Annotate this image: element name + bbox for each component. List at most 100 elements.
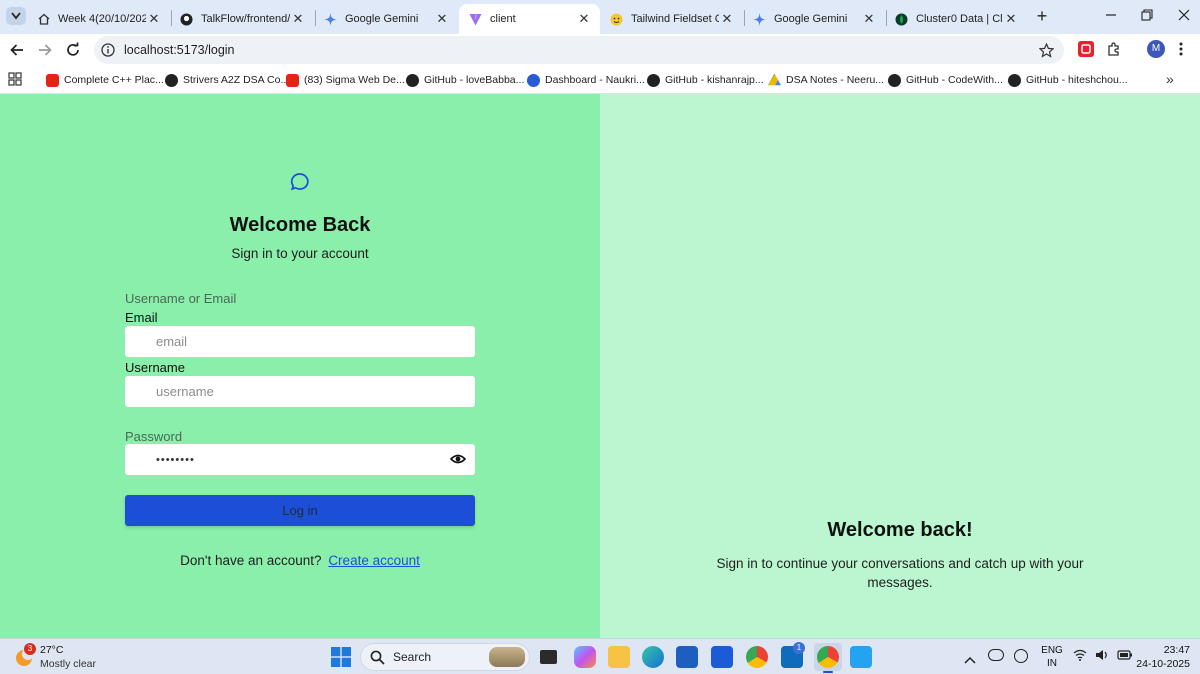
bookmark-naukri[interactable]: Dashboard - Naukri... <box>527 70 645 90</box>
close-icon[interactable]: ✕ <box>434 11 450 27</box>
login-button[interactable]: Log in <box>125 495 475 526</box>
bookmark-strivers[interactable]: Strivers A2Z DSA Co... <box>165 70 289 90</box>
bookmark-lovebabbar[interactable]: GitHub - loveBabba... <box>406 70 524 90</box>
close-icon[interactable]: ✕ <box>290 11 306 27</box>
forward-button[interactable] <box>37 42 53 63</box>
file-explorer-icon[interactable] <box>608 646 630 668</box>
chevron-up-icon <box>964 656 976 664</box>
restore-button[interactable] <box>1140 8 1154 22</box>
close-icon[interactable]: ✕ <box>576 11 592 27</box>
close-icon[interactable]: ✕ <box>861 11 877 27</box>
copilot-icon[interactable] <box>574 646 596 668</box>
system-tray-network-volume-battery[interactable] <box>1073 649 1133 661</box>
onedrive-icon[interactable] <box>988 649 1004 661</box>
avatar-initial: M <box>1151 43 1161 54</box>
close-icon[interactable]: ✕ <box>719 11 735 27</box>
extension-button[interactable] <box>1078 41 1094 57</box>
create-account-link[interactable]: Create account <box>328 553 420 568</box>
start-button[interactable] <box>331 647 351 672</box>
eye-icon[interactable] <box>450 452 466 466</box>
chrome-profile-active[interactable] <box>814 643 842 673</box>
windows-logo-icon <box>331 647 351 667</box>
bookmark-kishanraj[interactable]: GitHub - kishanrajp... <box>647 70 764 90</box>
new-tab-button[interactable]: + <box>1032 6 1052 26</box>
extensions-button[interactable] <box>1106 41 1122 62</box>
outlook-icon[interactable]: 1 <box>781 642 805 668</box>
edge-icon[interactable] <box>642 646 664 668</box>
tab-cluster0[interactable]: Cluster0 Data | Cloud ✕ <box>885 4 1027 34</box>
bookmark-cpp[interactable]: Complete C++ Plac... <box>46 70 164 90</box>
close-icon <box>1178 9 1190 21</box>
arrow-left-icon <box>10 44 23 56</box>
weather-widget[interactable]: 3 27°C Mostly clear <box>14 643 114 671</box>
naukri-icon <box>527 73 540 87</box>
bookmark-dsa-notes[interactable]: DSA Notes - Neeru... <box>768 70 884 90</box>
username-input[interactable]: username <box>125 376 475 407</box>
show-hidden-icons[interactable] <box>964 651 976 669</box>
clock[interactable]: 23:47 24-10-2025 <box>1130 643 1190 671</box>
vite-icon <box>469 13 482 25</box>
chrome-icon[interactable] <box>746 646 768 668</box>
bookmark-star-icon[interactable] <box>1039 42 1054 58</box>
site-info-icon <box>101 43 115 57</box>
azure-data-studio-icon[interactable] <box>711 646 733 668</box>
back-button[interactable] <box>9 42 25 63</box>
tuf-icon <box>165 73 178 87</box>
tab-tailwind[interactable]: Tailwind Fieldset Com ✕ <box>600 4 743 34</box>
tab-gemini-2[interactable]: Google Gemini ✕ <box>743 4 885 34</box>
close-icon[interactable]: ✕ <box>1003 11 1019 27</box>
signup-prompt: Don't have an account? <box>180 553 322 568</box>
sync-icon[interactable] <box>1014 649 1028 663</box>
task-view-icon[interactable] <box>540 650 557 664</box>
reload-icon <box>67 42 79 56</box>
arrow-right-icon <box>39 44 52 56</box>
welcome-title: Welcome back! <box>827 519 973 541</box>
apps-grid-icon <box>8 72 22 86</box>
url-text[interactable]: localhost:5173/login <box>124 43 235 57</box>
tab-gemini-1[interactable]: Google Gemini ✕ <box>314 4 458 34</box>
tab-week4[interactable]: Week 4(20/10/2025 - ✕ <box>28 4 170 34</box>
welcome-panel: Welcome back! Sign in to continue your c… <box>600 94 1200 638</box>
tab-search-button[interactable] <box>6 7 26 25</box>
tab-talkflow[interactable]: TalkFlow/frontend/src ✕ <box>170 4 314 34</box>
username-placeholder: username <box>156 384 214 399</box>
login-title: Welcome Back <box>229 214 371 236</box>
bookmarks-bar: Complete C++ Plac... Strivers A2Z DSA Co… <box>0 66 1200 94</box>
profile-avatar[interactable]: M <box>1147 40 1165 58</box>
language-indicator[interactable]: ENG IN <box>1040 644 1064 670</box>
password-input[interactable]: •••••••• <box>125 444 475 475</box>
taskbar-search[interactable]: Search <box>360 643 530 671</box>
identifier-label: Username or Email <box>125 291 237 306</box>
bookmark-codewith[interactable]: GitHub - CodeWith... <box>888 70 1003 90</box>
github-icon <box>888 73 901 87</box>
apps-button[interactable] <box>8 72 22 91</box>
vscode-icon[interactable] <box>850 646 872 668</box>
minimize-button[interactable] <box>1104 8 1118 22</box>
tab-client[interactable]: client ✕ <box>459 4 600 34</box>
close-window-button[interactable] <box>1177 8 1191 22</box>
tab-strip: Week 4(20/10/2025 - ✕ TalkFlow/frontend/… <box>0 0 1200 34</box>
username-label: Username <box>125 360 185 375</box>
address-bar[interactable]: localhost:5173/login <box>94 36 1064 64</box>
email-label: Email <box>125 310 158 325</box>
bookmark-sigma[interactable]: (83) Sigma Web De... <box>286 70 405 90</box>
gemini-icon <box>324 12 337 26</box>
email-input[interactable]: email <box>125 326 475 357</box>
github-icon <box>647 73 660 87</box>
bookmark-hitesh[interactable]: GitHub - hiteshchou... <box>1008 70 1128 90</box>
store-icon[interactable] <box>676 646 698 668</box>
chevron-down-icon <box>11 12 21 20</box>
more-bookmarks-button[interactable]: » <box>1166 71 1174 87</box>
tab-label: Tailwind Fieldset Com <box>631 13 719 25</box>
close-icon[interactable]: ✕ <box>146 11 162 27</box>
search-icon <box>370 650 385 665</box>
tab-label: Cluster0 Data | Cloud <box>916 13 1003 25</box>
chat-bubble-icon <box>290 173 309 191</box>
home-icon <box>38 13 50 25</box>
reload-button[interactable] <box>65 42 81 63</box>
tab-label: Week 4(20/10/2025 - <box>58 13 146 25</box>
emoji-icon <box>610 13 623 25</box>
welcome-text-line1: Sign in to continue your conversations a… <box>716 556 1084 571</box>
login-panel: Welcome Back Sign in to your account Use… <box>0 94 600 638</box>
browser-menu-button[interactable] <box>1178 41 1184 62</box>
